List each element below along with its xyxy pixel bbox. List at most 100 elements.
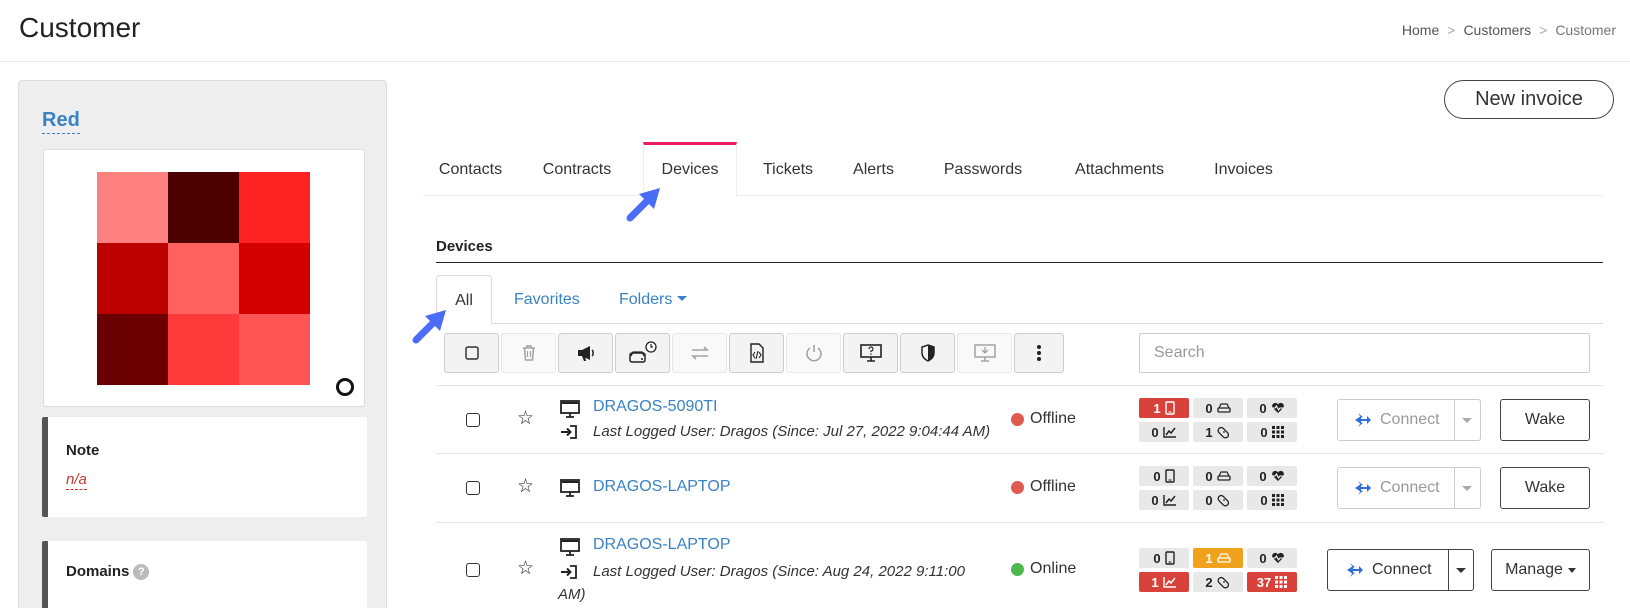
- device-search-input[interactable]: [1139, 333, 1590, 373]
- tab-contacts[interactable]: Contacts: [423, 142, 518, 196]
- badge-patches[interactable]: 0: [1193, 490, 1243, 510]
- connect-button-group[interactable]: Connect: [1337, 467, 1481, 509]
- tab-passwords[interactable]: Passwords: [933, 142, 1033, 196]
- megaphone-icon: [577, 346, 594, 361]
- connect-label: Connect: [1380, 479, 1440, 496]
- connect-button-group[interactable]: Connect: [1337, 399, 1481, 441]
- broadcast-button[interactable]: [558, 333, 613, 373]
- customer-name[interactable]: Red: [42, 107, 80, 134]
- deploy-button[interactable]: [957, 333, 1012, 373]
- badge-perf[interactable]: 0: [1139, 490, 1189, 510]
- badge-disk[interactable]: 0: [1193, 466, 1243, 486]
- connect-button[interactable]: Connect: [1328, 550, 1449, 590]
- mobile-icon: [1165, 469, 1175, 483]
- badge-health[interactable]: 0: [1247, 548, 1297, 568]
- remote-screen-button[interactable]: [843, 333, 898, 373]
- customer-avatar-card: [43, 149, 365, 407]
- scheduled-disk-button[interactable]: [615, 333, 670, 373]
- tab-attachments[interactable]: Attachments: [1057, 142, 1182, 196]
- breadcrumb: Home > Customers > Customer: [1402, 22, 1616, 38]
- badge-disk-count: 0: [1205, 400, 1213, 416]
- row-checkbox[interactable]: [466, 481, 480, 495]
- manage-dropdown-button[interactable]: Manage: [1491, 549, 1590, 591]
- badge-health[interactable]: 0: [1247, 398, 1297, 418]
- row-checkbox[interactable]: [466, 563, 480, 577]
- desktop-icon: [560, 400, 580, 418]
- more-actions-button[interactable]: [1014, 333, 1064, 373]
- avatar-edit-icon[interactable]: [336, 378, 354, 396]
- breadcrumb-home[interactable]: Home: [1402, 22, 1439, 38]
- help-icon[interactable]: ?: [133, 564, 150, 580]
- chart-line-icon: [1163, 494, 1177, 506]
- subtab-favorites[interactable]: Favorites: [514, 275, 580, 324]
- avatar-cell: [168, 172, 239, 243]
- connect-dropdown[interactable]: [1455, 400, 1480, 440]
- wake-button[interactable]: Wake: [1500, 467, 1590, 509]
- connect-dropdown[interactable]: [1449, 550, 1473, 590]
- security-button[interactable]: [900, 333, 955, 373]
- star-icon[interactable]: ☆: [517, 559, 534, 579]
- device-row: ☆ DRAGOS-LAPTOP Last Logged User: Dragos…: [436, 522, 1603, 608]
- badge-perf[interactable]: 0: [1139, 422, 1189, 442]
- last-user-icon: [560, 424, 578, 440]
- note-value[interactable]: n/a: [66, 471, 87, 490]
- wake-button[interactable]: Wake: [1500, 399, 1590, 441]
- badge-mobile[interactable]: 0: [1139, 548, 1189, 568]
- device-row: ☆ DRAGOS-5090TI Last Logged User: Dragos…: [436, 385, 1603, 453]
- power-button[interactable]: [786, 333, 841, 373]
- badge-mobile[interactable]: 1: [1139, 398, 1189, 418]
- connect-button-group[interactable]: Connect: [1327, 549, 1474, 591]
- breadcrumb-customers[interactable]: Customers: [1463, 22, 1531, 38]
- badge-perf[interactable]: 1: [1139, 572, 1189, 592]
- badge-patches-count: 1: [1205, 424, 1213, 440]
- row-checkbox[interactable]: [466, 413, 480, 427]
- subtab-folders[interactable]: Folders: [619, 275, 688, 324]
- select-all-button[interactable]: [444, 333, 499, 373]
- device-status-label: Offline: [1030, 478, 1076, 495]
- badge-health-count: 0: [1259, 400, 1267, 416]
- device-name-link[interactable]: DRAGOS-LAPTOP: [593, 536, 731, 554]
- connect-label: Connect: [1372, 561, 1432, 578]
- disk-icon: [1217, 471, 1231, 481]
- connect-button[interactable]: Connect: [1338, 468, 1455, 508]
- breadcrumb-separator: >: [1539, 22, 1548, 38]
- badge-apps[interactable]: 0: [1247, 490, 1297, 510]
- badge-disk[interactable]: 1: [1193, 548, 1243, 568]
- chevron-down-icon: [677, 296, 688, 301]
- transfer-button[interactable]: [672, 333, 727, 373]
- teamviewer-icon: [1352, 410, 1372, 430]
- badge-patches[interactable]: 1: [1193, 422, 1243, 442]
- tab-tickets[interactable]: Tickets: [753, 142, 823, 196]
- device-name-link[interactable]: DRAGOS-5090TI: [593, 398, 717, 416]
- avatar-cell: [97, 172, 168, 243]
- run-script-button[interactable]: [729, 333, 784, 373]
- chevron-down-icon: [1462, 485, 1473, 491]
- shield-icon: [920, 344, 935, 362]
- avatar-cell: [239, 243, 310, 314]
- badge-mobile[interactable]: 0: [1139, 466, 1189, 486]
- mobile-icon: [1165, 401, 1175, 415]
- manage-label: Manage: [1505, 561, 1563, 578]
- mobile-icon: [1165, 551, 1175, 565]
- page-header: Customer Home > Customers > Customer: [0, 0, 1630, 62]
- badge-patches[interactable]: 2: [1193, 572, 1243, 592]
- badge-disk-count: 0: [1205, 468, 1213, 484]
- badge-apps[interactable]: 37: [1247, 572, 1297, 592]
- delete-button[interactable]: [501, 333, 556, 373]
- star-icon[interactable]: ☆: [517, 409, 534, 429]
- connect-dropdown[interactable]: [1455, 468, 1480, 508]
- star-icon[interactable]: ☆: [517, 477, 534, 497]
- device-name-link[interactable]: DRAGOS-LAPTOP: [593, 478, 731, 496]
- new-invoice-button[interactable]: New invoice: [1444, 80, 1614, 119]
- tab-contracts[interactable]: Contracts: [526, 142, 628, 196]
- badge-apps[interactable]: 0: [1247, 422, 1297, 442]
- script-icon: [749, 343, 764, 363]
- drive-clock-icon: [628, 341, 657, 363]
- badge-disk[interactable]: 0: [1193, 398, 1243, 418]
- badge-health[interactable]: 0: [1247, 466, 1297, 486]
- tab-invoices[interactable]: Invoices: [1196, 142, 1291, 196]
- checkbox-icon: [464, 346, 479, 360]
- download-screen-icon: [973, 344, 996, 362]
- tab-alerts[interactable]: Alerts: [841, 142, 906, 196]
- connect-button[interactable]: Connect: [1338, 400, 1455, 440]
